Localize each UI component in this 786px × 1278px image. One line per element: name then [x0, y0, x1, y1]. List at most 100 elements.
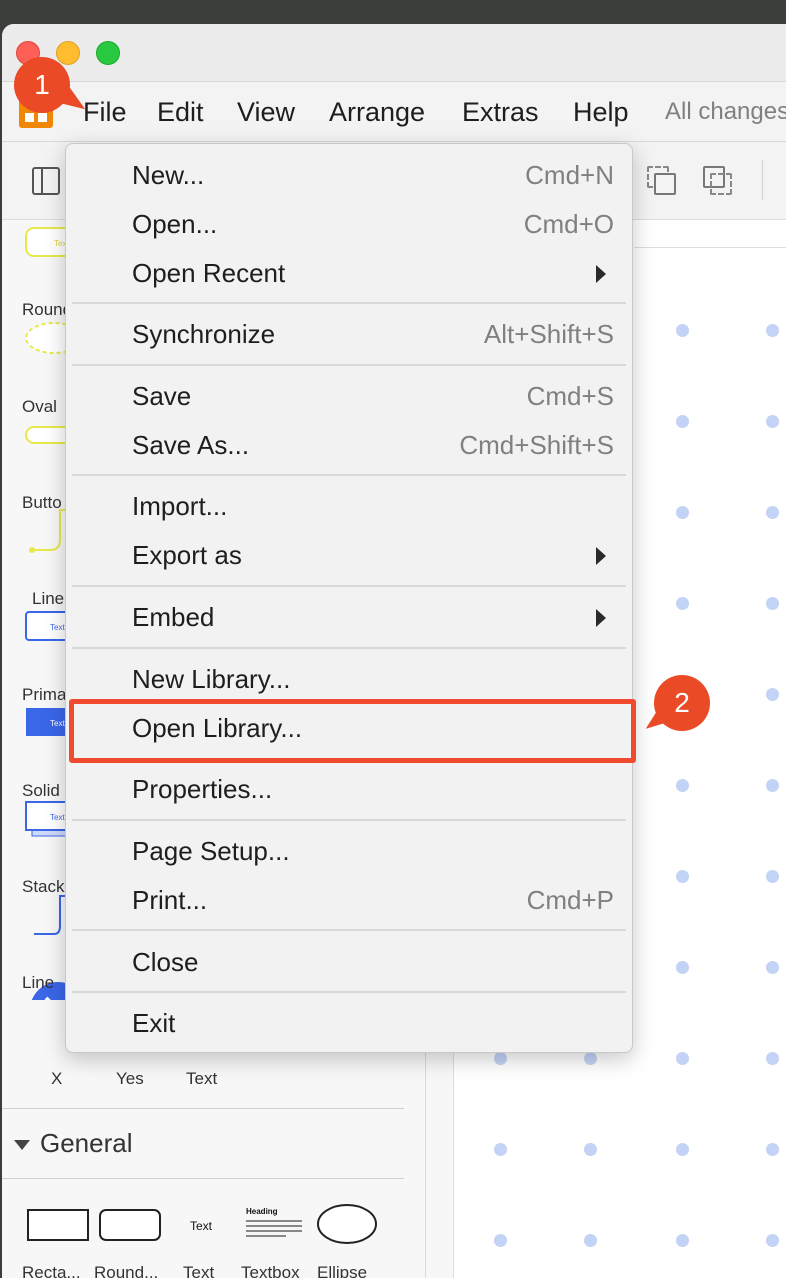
menu-item-properties[interactable]: Properties...: [66, 768, 632, 812]
shape-text: Text: [50, 623, 65, 632]
to-front-icon[interactable]: [647, 166, 677, 196]
shape-label-line-alt: Line: [22, 973, 55, 992]
menu-extras[interactable]: Extras: [462, 96, 539, 128]
submenu-arrow-icon: [596, 547, 606, 565]
shape-label-button: Butto: [22, 493, 62, 512]
grid-dot: [494, 1052, 507, 1065]
general-label-textbox: Textbox: [241, 1263, 300, 1278]
menu-separator: [72, 302, 626, 304]
grid-dot: [766, 779, 779, 792]
menu-item-shortcut: Cmd+S: [526, 381, 614, 411]
grid-dot: [766, 1234, 779, 1247]
menu-item-new[interactable]: New... Cmd+N: [66, 154, 632, 198]
menu-item-label: Close: [132, 947, 199, 977]
shape-label-yes: Yes: [116, 1069, 144, 1088]
shape-text: Text: [50, 813, 65, 822]
menu-item-label: New Library...: [132, 664, 291, 694]
shape-label-solid: Solid: [22, 781, 60, 800]
menu-help[interactable]: Help: [573, 96, 629, 128]
grid-dot: [676, 870, 689, 883]
menu-item-label: Properties...: [132, 774, 273, 804]
step-1-callout: 1: [14, 57, 70, 113]
menu-arrange[interactable]: Arrange: [329, 96, 425, 128]
shape-label-stack: Stack: [22, 877, 65, 896]
menu-item-label: Export as: [132, 540, 242, 570]
to-back-icon[interactable]: [703, 166, 733, 196]
menu-item-label: Import...: [132, 491, 228, 521]
menu-item-label: Open...: [132, 209, 218, 239]
grid-dot: [676, 1143, 689, 1156]
toggle-sidebar-icon[interactable]: [32, 167, 60, 195]
grid-dot: [766, 961, 779, 974]
menu-item-exit[interactable]: Exit: [66, 1002, 632, 1046]
grid-dot: [676, 597, 689, 610]
menu-separator: [72, 474, 626, 476]
menu-item-label: Synchronize: [132, 319, 276, 349]
grid-dot: [676, 415, 689, 428]
menu-item-label: Open Recent: [132, 258, 286, 288]
section-title-general[interactable]: General: [40, 1128, 133, 1159]
minimize-window-button[interactable]: [56, 41, 80, 65]
rectangle-shape[interactable]: [27, 1209, 89, 1241]
menu-edit[interactable]: Edit: [157, 96, 204, 128]
grid-dot: [676, 961, 689, 974]
menu-item-label: Embed: [132, 602, 215, 632]
save-status-text: All changes: [665, 98, 786, 125]
general-label-rectangle: Recta...: [22, 1263, 81, 1278]
grid-dot: [766, 597, 779, 610]
menu-item-open-recent[interactable]: Open Recent: [66, 252, 632, 296]
zoom-window-button[interactable]: [96, 41, 120, 65]
grid-dot: [676, 1052, 689, 1065]
menu-view[interactable]: View: [237, 96, 295, 128]
grid-dot: [584, 1143, 597, 1156]
menu-separator: [72, 364, 626, 366]
menu-item-save[interactable]: Save Cmd+S: [66, 375, 632, 419]
menu-item-print[interactable]: Print... Cmd+P: [66, 879, 632, 923]
menu-item-shortcut: Alt+Shift+S: [483, 319, 614, 349]
grid-dot: [766, 324, 779, 337]
menu-item-label: Save As...: [132, 430, 250, 460]
menu-item-shortcut: Cmd+O: [523, 209, 614, 239]
open-library-highlight: [69, 699, 636, 763]
menu-separator: [72, 991, 626, 993]
title-bar: [2, 24, 786, 82]
menu-item-label: Page Setup...: [132, 836, 290, 866]
shape-label-text: Text: [186, 1069, 218, 1088]
grid-dot: [766, 415, 779, 428]
shape-label-line: Line: [32, 589, 65, 608]
menu-bar: File Edit View Arrange Extras Help All c…: [2, 82, 786, 142]
general-label-text: Text: [183, 1263, 215, 1278]
menu-item-label: Print...: [132, 885, 208, 915]
rounded-rectangle-shape[interactable]: [99, 1209, 161, 1241]
menu-item-embed[interactable]: Embed: [66, 596, 632, 640]
sidebar-divider: [2, 1108, 404, 1109]
ellipse-shape[interactable]: [317, 1204, 377, 1244]
grid-dot: [766, 688, 779, 701]
textbox-heading: Heading: [246, 1207, 278, 1216]
menu-item-save-as[interactable]: Save As... Cmd+Shift+S: [66, 424, 632, 468]
grid-dot: [766, 1143, 779, 1156]
collapse-arrow-icon[interactable]: [14, 1140, 30, 1150]
sidebar-divider: [2, 1178, 404, 1179]
menu-item-synchronize[interactable]: Synchronize Alt+Shift+S: [66, 313, 632, 357]
menu-item-new-library[interactable]: New Library...: [66, 658, 632, 702]
file-menu-dropdown: New... Cmd+N Open... Cmd+O Open Recent S…: [65, 143, 633, 1053]
shape-label-x: X: [51, 1069, 63, 1088]
grid-dot: [584, 1234, 597, 1247]
menu-item-page-setup[interactable]: Page Setup...: [66, 830, 632, 874]
menu-item-open[interactable]: Open... Cmd+O: [66, 203, 632, 247]
menu-separator: [72, 819, 626, 821]
grid-dot: [494, 1234, 507, 1247]
menu-item-export-as[interactable]: Export as: [66, 534, 632, 578]
grid-dot: [676, 324, 689, 337]
menu-item-shortcut: Cmd+P: [526, 885, 614, 915]
textbox-body-lines: [246, 1220, 302, 1237]
menu-item-shortcut: Cmd+N: [525, 160, 614, 190]
grid-dot: [494, 1143, 507, 1156]
grid-dot: [676, 506, 689, 519]
menu-item-close[interactable]: Close: [66, 941, 632, 985]
grid-dot: [676, 1234, 689, 1247]
menu-item-import[interactable]: Import...: [66, 485, 632, 529]
submenu-arrow-icon: [596, 609, 606, 627]
text-shape[interactable]: Text: [190, 1219, 213, 1233]
